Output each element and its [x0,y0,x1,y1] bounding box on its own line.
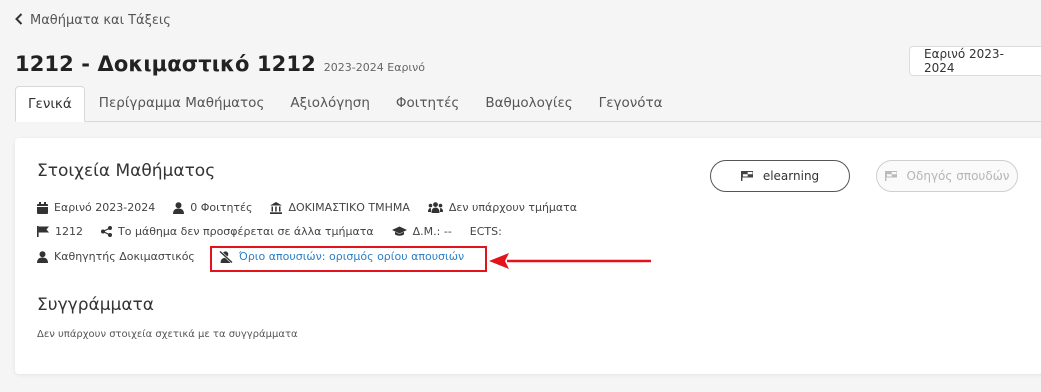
tab-events[interactable]: Γεγονότα [587,86,675,121]
flag-icon [884,171,897,181]
graduation-cap-icon [391,226,407,237]
meta-dm: Δ.Μ.: -- [391,225,452,238]
tab-bar: Γενικά Περίγραμμα Μαθήματος Αξιολόγηση Φ… [15,86,1041,122]
meta-students-text: 0 Φοιτητές [190,201,253,214]
study-guide-button-label: Οδηγός σπουδών [906,169,1010,183]
meta-code: 1212 [37,225,83,238]
annotation-arrow [489,251,651,275]
meta-row-1: Εαρινό 2023-2024 0 Φοιτητές ΔΟΚΙΜΑΣΤΙΚΟ … [37,201,595,214]
page-header: 1212 - Δοκιμαστικό 1212 2023-2024 Εαρινό [15,52,425,76]
tab-students[interactable]: Φοιτητές [384,86,472,121]
meta-semester: Εαρινό 2023-2024 [37,201,155,214]
semester-select-value: Εαρινό 2023-2024 [924,47,1004,75]
meta-department-text: ΔΟΚΙΜΑΣΤΙΚΟ ΤΜΗΜΑ [288,201,410,214]
back-link-label: Μαθήματα και Τάξεις [30,13,171,28]
user-slash-icon [219,250,233,263]
tab-assessment[interactable]: Αξιολόγηση [278,86,382,121]
elearning-button-label: elearning [762,169,820,183]
calendar-icon [37,201,48,214]
flag-icon [37,226,49,237]
meta-ects-text: ECTS: [469,225,502,238]
meta-dm-text: Δ.Μ.: -- [412,225,452,238]
textbooks-empty-text: Δεν υπάρχουν στοιχεία σχετικά με τα συγγ… [37,329,298,340]
user-icon [173,201,185,214]
absence-limit-text: Όριο απουσιών: ορισμός ορίου απουσιών [238,250,465,263]
meta-instructor-text: Καθηγητής Δοκιμαστικός [54,250,195,263]
meta-sections-text: Δεν υπάρχουν τμήματα [448,201,578,214]
course-info-title: Στοιχεία Μαθήματος [37,161,216,181]
meta-semester-text: Εαρινό 2023-2024 [54,201,156,214]
user-icon [37,250,48,263]
meta-row-3: Καθηγητής Δοκιμαστικός Όριο απουσιών: ορ… [37,250,482,263]
share-icon [101,226,112,237]
elearning-button[interactable]: elearning [710,160,850,192]
semester-select[interactable]: Εαρινό 2023-2024 [909,46,1041,76]
tab-grades[interactable]: Βαθμολογίες [473,86,584,121]
page-subtitle: 2023-2024 Εαρινό [323,61,426,74]
meta-shared-text: Το μάθημα δεν προσφέρεται σε άλλα τμήματ… [118,225,374,238]
absence-limit-link[interactable]: Όριο απουσιών: ορισμός ορίου απουσιών [219,250,464,263]
page-title: 1212 - Δοκιμαστικό 1212 [15,52,316,76]
meta-shared: Το μάθημα δεν προσφέρεται σε άλλα τμήματ… [101,225,374,238]
tab-general[interactable]: Γενικά [15,86,85,122]
meta-instructor: Καθηγητής Δοκιμαστικός [37,250,195,263]
flag-icon [740,171,753,181]
chevron-left-icon [15,13,23,28]
textbooks-title: Συγγράμματα [37,295,154,315]
meta-department: ΔΟΚΙΜΑΣΤΙΚΟ ΤΜΗΜΑ [270,201,410,214]
university-icon [270,201,283,214]
meta-sections: Δεν υπάρχουν τμήματα [427,201,578,214]
meta-code-text: 1212 [55,225,83,238]
tab-course-outline[interactable]: Περίγραμμα Μαθήματος [87,86,277,121]
meta-row-2: 1212 Το μάθημα δεν προσφέρεται σε άλλα τ… [37,225,520,238]
back-link[interactable]: Μαθήματα και Τάξεις [15,13,171,28]
meta-ects: ECTS: [470,225,502,238]
users-icon [427,202,443,213]
study-guide-button[interactable]: Οδηγός σπουδών [876,160,1018,192]
meta-students: 0 Φοιτητές [173,201,252,214]
